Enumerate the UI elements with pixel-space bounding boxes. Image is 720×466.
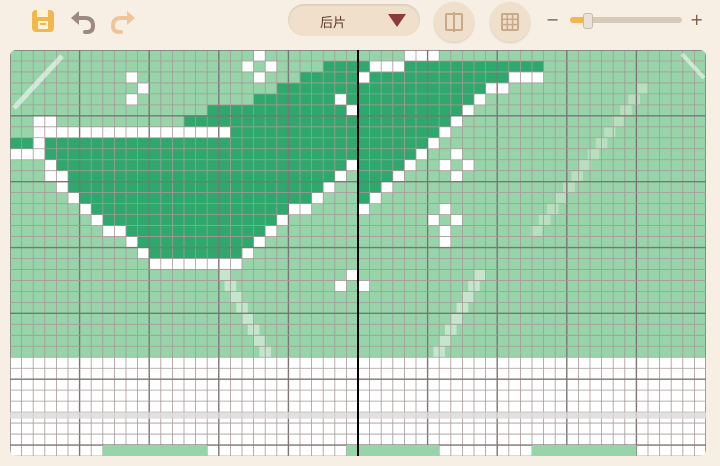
hem-segment — [532, 445, 637, 456]
zoom-in-button[interactable]: + — [690, 10, 703, 29]
hem-segment — [102, 445, 208, 456]
save-icon[interactable] — [28, 6, 58, 36]
grid-icon — [501, 13, 519, 31]
knitting-chart-canvas[interactable] — [10, 50, 706, 456]
knitting-chart[interactable] — [10, 50, 706, 456]
zoom-slider-handle[interactable] — [582, 13, 593, 29]
zoom-out-button[interactable]: − — [546, 10, 559, 29]
view-dropdown[interactable]: 后片 — [288, 4, 420, 36]
chevron-down-icon — [388, 14, 406, 28]
undo-icon[interactable] — [68, 6, 98, 36]
view-dropdown-label: 后片 — [320, 16, 347, 31]
toolbar: 后片 − + — [0, 0, 720, 44]
redo-icon[interactable] — [108, 6, 138, 36]
split-view-button[interactable] — [434, 2, 474, 42]
split-view-icon — [445, 12, 463, 32]
zoom-slider[interactable] — [570, 13, 682, 29]
grid-toggle-button[interactable] — [490, 2, 530, 42]
hem-segment — [346, 445, 440, 456]
